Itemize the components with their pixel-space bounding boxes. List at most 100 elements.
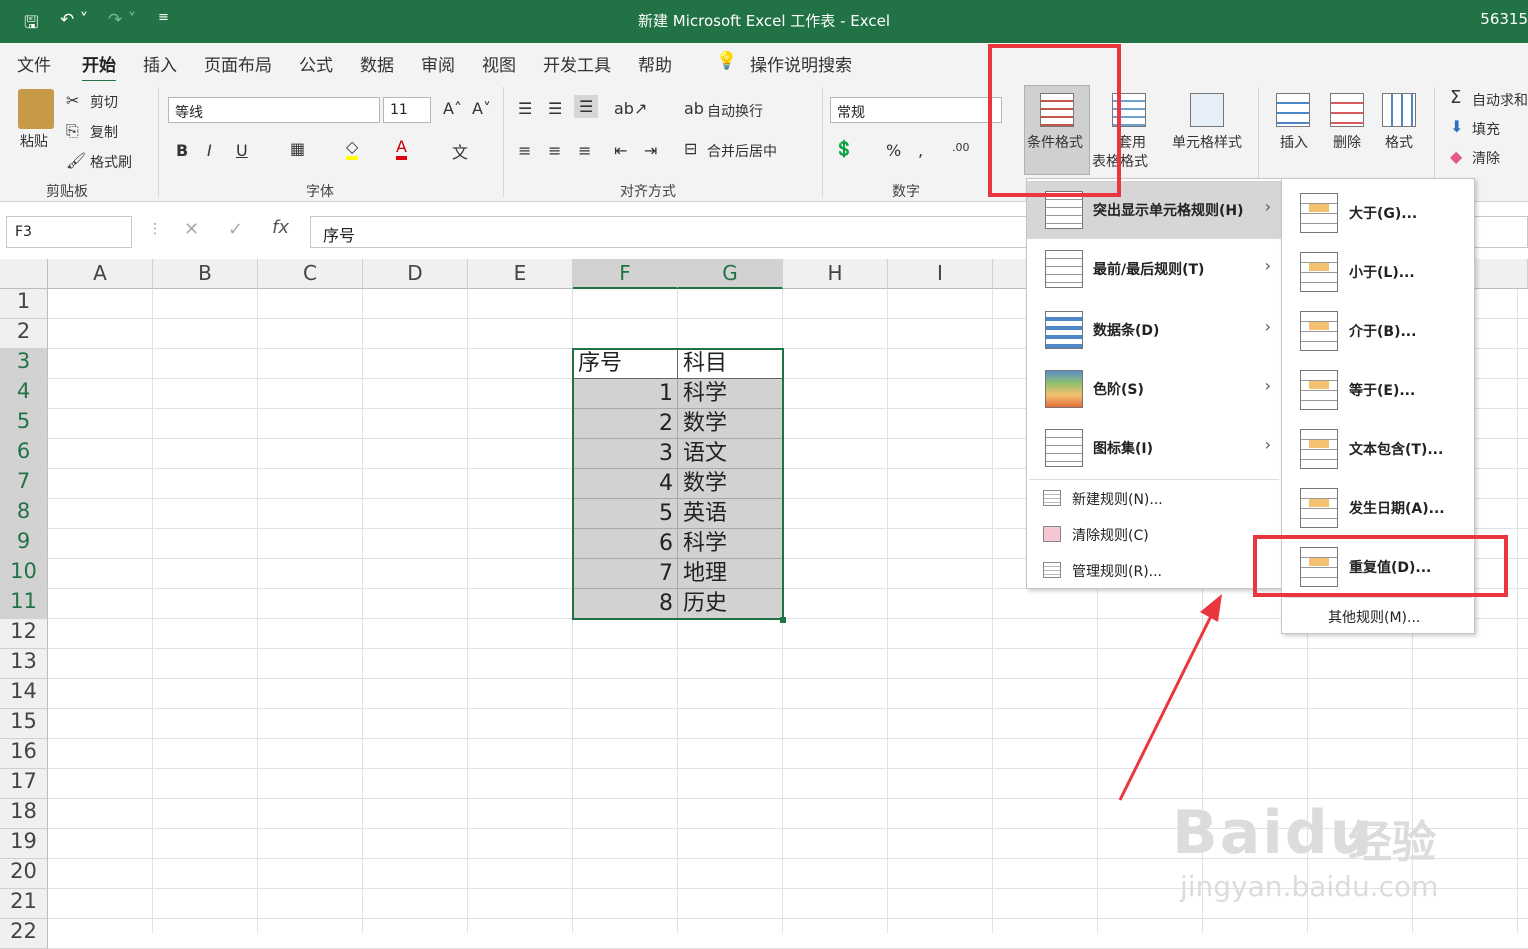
cell-styles-button[interactable]: 单元格样式 (1172, 132, 1242, 152)
column-header-b[interactable]: B (153, 259, 258, 289)
cut-button[interactable]: 剪切 (90, 92, 118, 112)
align-right-icon[interactable]: ≡ (578, 141, 591, 160)
row-header[interactable]: 2 (0, 319, 48, 349)
row-header[interactable]: 21 (0, 889, 48, 919)
phonetic-icon[interactable]: 文 (452, 139, 468, 163)
shrink-font-icon[interactable]: A˅ (472, 99, 491, 118)
increase-decimal-icon[interactable]: .00 (952, 141, 970, 154)
underline-button[interactable]: U (236, 141, 248, 160)
select-all-corner[interactable] (0, 259, 48, 289)
autosum-button[interactable]: 自动求和 (1472, 90, 1528, 110)
submenu-greater-than[interactable]: 大于(G)... (1282, 183, 1474, 242)
tell-me-search[interactable]: 操作说明搜索 (750, 51, 852, 76)
row-header[interactable]: 8 (0, 499, 48, 529)
format-painter-button[interactable]: 格式刷 (90, 152, 132, 172)
row-header[interactable]: 11 (0, 589, 48, 619)
tab-file[interactable]: 文件 (17, 51, 51, 76)
comma-button[interactable]: , (918, 141, 923, 160)
column-header-c[interactable]: C (258, 259, 363, 289)
fill-color-icon[interactable]: ◇ (346, 137, 359, 160)
submenu-more-rules[interactable]: 其他规则(M)... (1328, 607, 1420, 627)
row-header[interactable]: 6 (0, 439, 48, 469)
menu-icon-sets[interactable]: 图标集(I) › (1027, 419, 1281, 477)
column-header-i[interactable]: I (888, 259, 993, 289)
row-header[interactable]: 1 (0, 289, 48, 319)
column-header-e[interactable]: E (468, 259, 573, 289)
tab-help[interactable]: 帮助 (638, 51, 672, 76)
row-header[interactable]: 17 (0, 769, 48, 799)
insert-function-icon[interactable]: fx (272, 217, 289, 238)
row-header[interactable]: 3 (0, 349, 48, 379)
menu-manage-rules[interactable]: 管理规则(R)... (1027, 553, 1281, 587)
grow-font-icon[interactable]: A˄ (443, 99, 462, 118)
align-left-icon[interactable]: ≡ (518, 141, 531, 160)
italic-button[interactable]: I (207, 141, 212, 160)
menu-new-rule[interactable]: 新建规则(N)... (1027, 481, 1281, 515)
submenu-less-than[interactable]: 小于(L)... (1282, 242, 1474, 301)
row-header[interactable]: 14 (0, 679, 48, 709)
format-as-table-line1[interactable]: 套用 (1118, 132, 1146, 152)
paste-button[interactable]: 粘贴 (20, 131, 48, 151)
row-header[interactable]: 18 (0, 799, 48, 829)
row-header[interactable]: 16 (0, 739, 48, 769)
fill-handle[interactable] (780, 617, 786, 623)
wrap-text-button[interactable]: 自动换行 (707, 101, 763, 121)
submenu-equal-to[interactable]: 等于(E)... (1282, 360, 1474, 419)
paste-icon[interactable] (18, 89, 54, 129)
row-header[interactable]: 7 (0, 469, 48, 499)
font-size-dropdown[interactable]: 11 (383, 97, 431, 123)
row-header[interactable]: 22 (0, 919, 48, 949)
row-header[interactable]: 15 (0, 709, 48, 739)
copy-button[interactable]: 复制 (90, 122, 118, 142)
font-name-dropdown[interactable]: 等线 (168, 97, 380, 123)
tab-view[interactable]: 视图 (482, 51, 516, 76)
row-header[interactable]: 20 (0, 859, 48, 889)
tab-data[interactable]: 数据 (360, 51, 394, 76)
menu-clear-rules[interactable]: 清除规则(C) (1027, 517, 1281, 551)
row-header[interactable]: 12 (0, 619, 48, 649)
row-header[interactable]: 5 (0, 409, 48, 439)
tab-insert[interactable]: 插入 (143, 51, 177, 76)
enter-icon[interactable]: ✓ (228, 219, 243, 240)
merge-center-button[interactable]: 合并后居中 (707, 141, 777, 161)
column-header-a[interactable]: A (48, 259, 153, 289)
font-color-icon[interactable]: A (396, 137, 407, 160)
column-header-h[interactable]: H (783, 259, 888, 289)
tab-developer[interactable]: 开发工具 (543, 51, 611, 76)
tab-page-layout[interactable]: 页面布局 (204, 51, 272, 76)
increase-indent-icon[interactable]: ⇥ (644, 141, 657, 160)
bold-button[interactable]: B (176, 141, 188, 160)
align-center-icon[interactable]: ≡ (548, 141, 561, 160)
format-cells-button[interactable]: 格式 (1385, 132, 1413, 152)
tab-review[interactable]: 审阅 (421, 51, 455, 76)
delete-cells-button[interactable]: 删除 (1333, 132, 1361, 152)
column-header-d[interactable]: D (363, 259, 468, 289)
align-middle-icon[interactable]: ☰ (548, 99, 562, 118)
align-bottom-icon[interactable]: ☰ (574, 95, 599, 118)
row-header[interactable]: 4 (0, 379, 48, 409)
menu-color-scales[interactable]: 色阶(S) › (1027, 360, 1281, 418)
submenu-date-occurring[interactable]: 发生日期(A)... (1282, 478, 1474, 537)
border-icon[interactable]: ▦ (290, 139, 305, 158)
row-header[interactable]: 19 (0, 829, 48, 859)
row-header[interactable]: 10 (0, 559, 48, 589)
name-box[interactable]: F3 (6, 216, 132, 248)
currency-icon[interactable]: 💲 (834, 139, 854, 158)
align-top-icon[interactable]: ☰ (518, 99, 532, 118)
column-header-f[interactable]: F (573, 259, 678, 289)
percent-button[interactable]: % (886, 141, 901, 160)
decrease-indent-icon[interactable]: ⇤ (614, 141, 627, 160)
submenu-between[interactable]: 介于(B)... (1282, 301, 1474, 360)
cancel-icon[interactable]: ✕ (184, 219, 199, 240)
row-header[interactable]: 13 (0, 649, 48, 679)
column-header-g[interactable]: G (678, 259, 783, 289)
fill-button[interactable]: 填充 (1472, 119, 1500, 139)
menu-top-bottom-rules[interactable]: 最前/最后规则(T) › (1027, 240, 1281, 298)
menu-data-bars[interactable]: 数据条(D) › (1027, 301, 1281, 359)
clear-button[interactable]: 清除 (1472, 148, 1500, 168)
submenu-text-contains[interactable]: 文本包含(T)... (1282, 419, 1474, 478)
tab-home[interactable]: 开始 (82, 51, 116, 83)
insert-cells-button[interactable]: 插入 (1280, 132, 1308, 152)
tab-formulas[interactable]: 公式 (299, 51, 333, 76)
row-header[interactable]: 9 (0, 529, 48, 559)
